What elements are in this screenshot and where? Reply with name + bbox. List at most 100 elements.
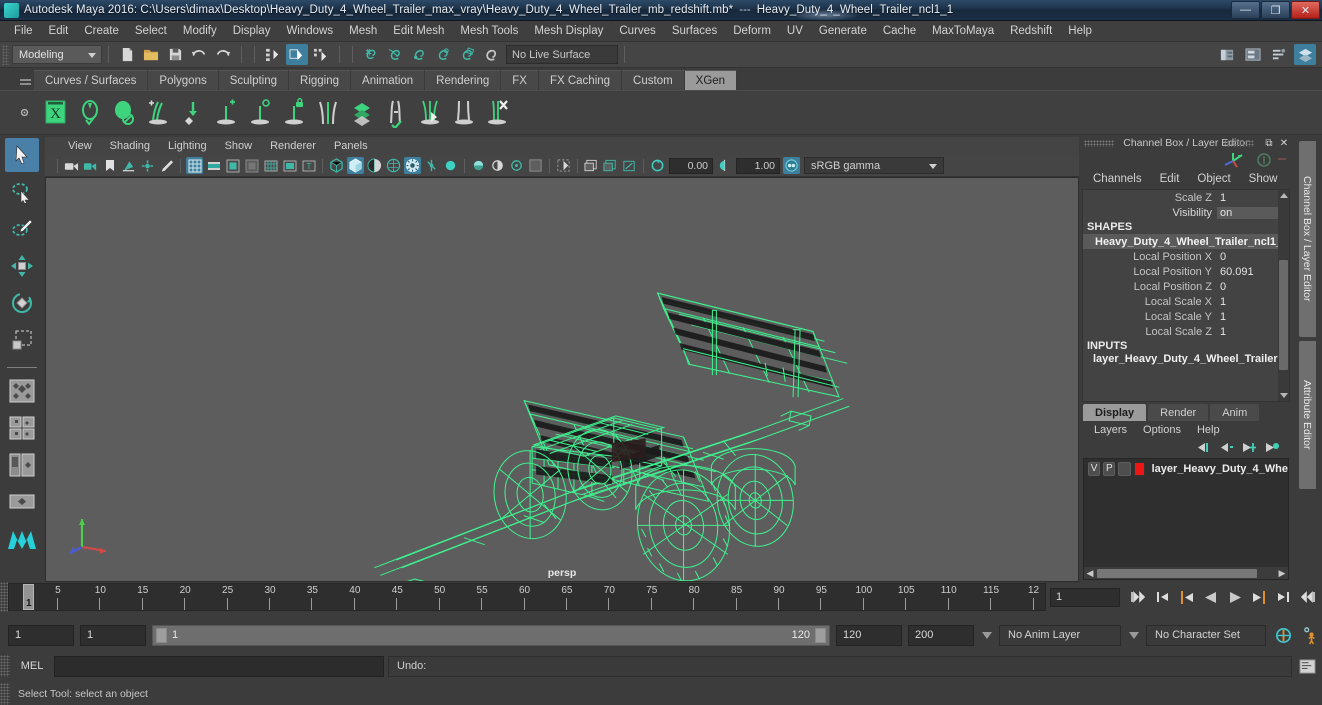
grab-brush-icon[interactable] (414, 95, 446, 131)
menu-mesh-tools[interactable]: Mesh Tools (452, 23, 526, 39)
channel-box-scrollbar[interactable] (1278, 190, 1289, 401)
smooth-shade-icon[interactable] (347, 157, 364, 174)
view-layout-2-icon[interactable] (602, 157, 619, 174)
menu-curves[interactable]: Curves (611, 23, 663, 39)
shelf-drag-handle[interactable] (16, 70, 34, 90)
maximize-button[interactable]: ❐ (1261, 1, 1290, 19)
clump-modifier-icon[interactable] (346, 95, 378, 131)
shelf-tab-curves-surfaces[interactable]: Curves / Surfaces (34, 70, 149, 90)
shelf-tab-fx-caching[interactable]: FX Caching (538, 70, 623, 90)
resolution-gate-icon[interactable] (224, 157, 241, 174)
persp-outliner-layout-icon[interactable] (5, 411, 39, 445)
menu-select[interactable]: Select (127, 23, 175, 39)
channel-row[interactable]: Local Position Y 60.091 (1083, 264, 1289, 279)
shelf-tab-rigging[interactable]: Rigging (289, 70, 352, 90)
select-by-object-icon[interactable] (286, 44, 308, 65)
undock-panel-icon[interactable]: ⧉ (1263, 137, 1275, 149)
menu-mesh[interactable]: Mesh (341, 23, 385, 39)
time-slider-grip[interactable] (0, 582, 8, 612)
bookmark-icon[interactable] (101, 157, 118, 174)
selection-mode-icon[interactable] (1256, 152, 1272, 168)
layer-menu-layers[interactable]: Layers (1086, 424, 1135, 436)
step-forward-frame-icon[interactable] (1248, 587, 1270, 607)
command-line-grip[interactable] (0, 655, 10, 677)
shelf-options-gear-icon[interactable] (14, 93, 34, 133)
snap-to-projected-center-icon[interactable] (432, 44, 454, 65)
create-empty-layer-icon[interactable] (1240, 441, 1257, 454)
camera-attributes-icon[interactable] (82, 157, 99, 174)
channel-row[interactable]: Local Position Z0 (1083, 279, 1289, 294)
menu-generate[interactable]: Generate (811, 23, 875, 39)
place-guides-icon[interactable] (176, 95, 208, 131)
channel-box-menu-show[interactable]: Show (1240, 173, 1287, 185)
range-end-field[interactable]: 120 (836, 624, 902, 646)
channel-row[interactable]: Visibility on (1083, 205, 1289, 220)
menu-create[interactable]: Create (76, 23, 127, 39)
2d-pan-zoom-icon[interactable] (139, 157, 156, 174)
xray-icon[interactable] (527, 157, 544, 174)
save-scene-icon[interactable] (164, 44, 186, 65)
field-chart-icon[interactable] (262, 157, 279, 174)
menu-file[interactable]: File (6, 23, 41, 39)
step-back-keyframe-icon[interactable] (1152, 587, 1174, 607)
create-collection-icon[interactable] (108, 95, 140, 131)
shelf-tab-custom[interactable]: Custom (622, 70, 685, 90)
grease-pencil-icon[interactable] (158, 157, 175, 174)
viewport-menu-renderer[interactable]: Renderer (261, 140, 325, 152)
view-transform-icon[interactable] (783, 157, 800, 174)
four-view-layout-icon[interactable] (5, 374, 39, 408)
viewport-menu-lighting[interactable]: Lighting (159, 140, 216, 152)
menu-windows[interactable]: Windows (278, 23, 341, 39)
range-slider-right-handle[interactable] (815, 627, 826, 643)
layer-list-h-scrollbar[interactable]: ◀ ▶ (1084, 567, 1288, 579)
shelf-tab-sculpting[interactable]: Sculpting (218, 70, 290, 90)
wireframe-icon[interactable] (328, 157, 345, 174)
redo-icon[interactable] (212, 44, 234, 65)
layer-row[interactable]: V Player_Heavy_Duty_4_Whe (1084, 459, 1288, 476)
viewport-menu-show[interactable]: Show (216, 140, 262, 152)
range-start-field[interactable]: 1 (80, 624, 146, 646)
cut-brush-icon[interactable] (448, 95, 480, 131)
safe-title-icon[interactable]: T (300, 157, 317, 174)
part-brush-icon[interactable] (312, 95, 344, 131)
script-editor-icon[interactable] (1296, 656, 1318, 677)
lasso-select-tool[interactable] (5, 175, 39, 209)
shelf-tab-animation[interactable]: Animation (351, 70, 426, 90)
channel-box-body[interactable]: Scale Z 1 Visibility on SHAPES Heavy_Duty_4… (1082, 189, 1290, 402)
menu-set-selector[interactable]: Modeling (12, 45, 102, 64)
close-button[interactable]: ✕ (1291, 1, 1320, 19)
menu-surfaces[interactable]: Surfaces (664, 23, 725, 39)
channel-box-icon[interactable] (1294, 44, 1316, 65)
menu-cache[interactable]: Cache (875, 23, 924, 39)
color-management-selector[interactable]: sRGB gamma (804, 157, 944, 174)
shelf-tab-xgen[interactable]: XGen (684, 70, 738, 90)
menu-help[interactable]: Help (1060, 23, 1100, 39)
layer-tab-display[interactable]: Display (1083, 404, 1147, 421)
density-brush-icon[interactable] (244, 95, 276, 131)
animation-start-field[interactable]: 1 (8, 624, 74, 646)
panel-grip-left[interactable] (1084, 140, 1114, 147)
maya-logo-icon[interactable] (5, 522, 39, 556)
channel-row[interactable]: Local Scale Y1 (1083, 309, 1289, 324)
menu-uv[interactable]: UV (779, 23, 811, 39)
screen-space-ao-icon[interactable] (442, 157, 459, 174)
snap-to-curve-icon[interactable] (384, 44, 406, 65)
layer-visibility-toggle[interactable]: V (1088, 461, 1101, 476)
viewport-menu-panels[interactable]: Panels (325, 140, 377, 152)
select-by-hierarchy-icon[interactable] (262, 44, 284, 65)
lock-guide-icon[interactable] (278, 95, 310, 131)
shadows-icon[interactable] (423, 157, 440, 174)
anim-layer-field[interactable]: No Anim Layer (999, 624, 1121, 646)
play-forwards-icon[interactable] (1224, 587, 1246, 607)
scale-tool[interactable] (5, 323, 39, 357)
grid-icon[interactable] (186, 157, 203, 174)
select-by-component-icon[interactable] (310, 44, 332, 65)
motion-blur-icon[interactable] (470, 157, 487, 174)
toolbar-grip[interactable] (2, 44, 9, 65)
paint-select-tool[interactable] (5, 212, 39, 246)
isolate-select-icon[interactable] (508, 157, 525, 174)
layer-tab-anim[interactable]: Anim (1210, 404, 1260, 421)
character-set-field[interactable]: No Character Set (1146, 624, 1266, 646)
help-line-grip[interactable] (0, 682, 10, 705)
scroll-up-arrow-icon[interactable] (1279, 190, 1288, 201)
